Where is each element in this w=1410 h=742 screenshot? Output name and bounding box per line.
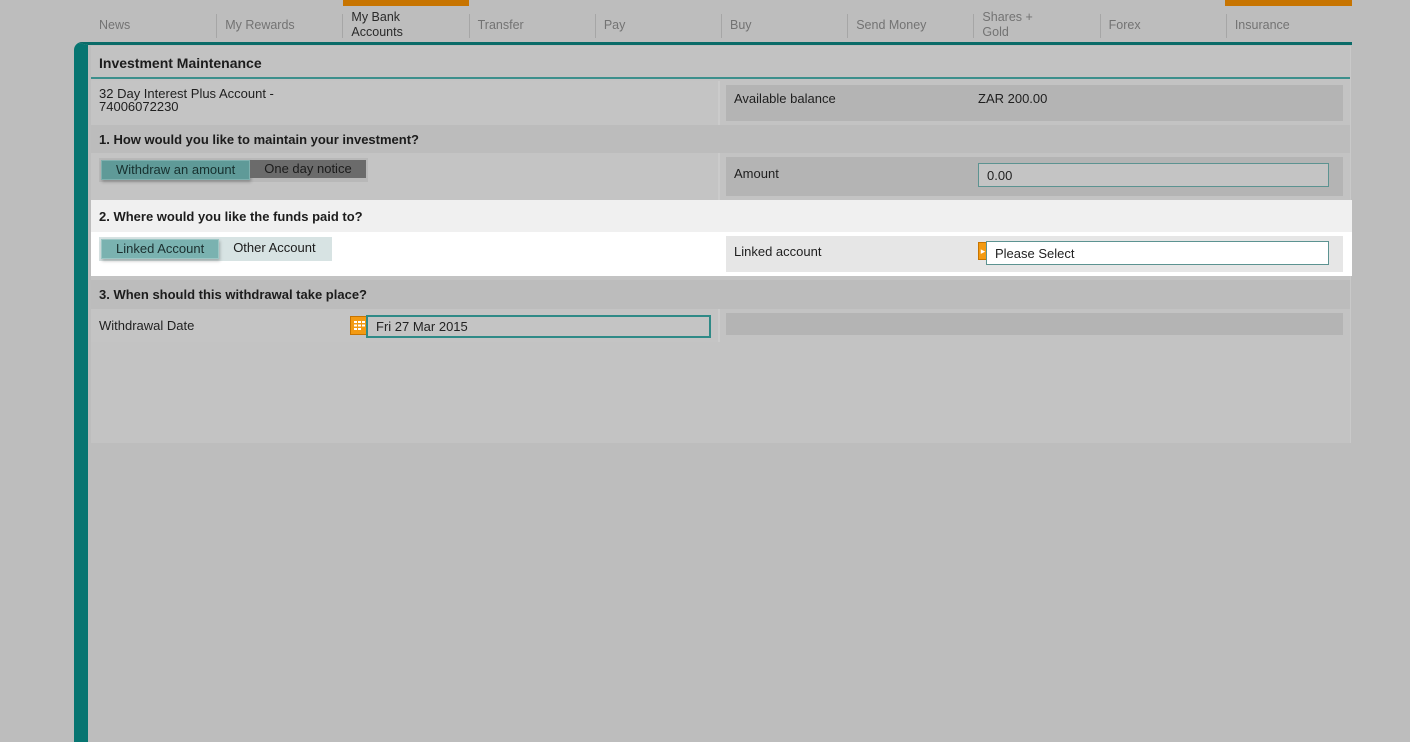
nav-item-forex[interactable]: Forex (1099, 8, 1226, 42)
header-tab-highlight (343, 0, 469, 6)
payment-destination-toggle: Linked Account Other Account (99, 237, 332, 261)
available-balance-value: ZAR 200.00 (978, 91, 1048, 106)
amount-label: Amount (734, 166, 779, 181)
account-row: 32 Day Interest Plus Account - 740060722… (91, 81, 1350, 125)
withdraw-amount-option[interactable]: Withdraw an amount (101, 160, 251, 180)
section-2-body: Linked Account Other Account Linked acco… (91, 232, 1352, 276)
section-1-heading: 1. How would you like to maintain your i… (91, 125, 1350, 153)
linked-account-label: Linked account (734, 244, 822, 259)
nav-item-my-rewards[interactable]: My Rewards (216, 8, 342, 42)
section-2-heading: 2. Where would you like the funds paid t… (91, 200, 1352, 232)
nav-item-my-bank-accounts[interactable]: My Bank Accounts (342, 8, 468, 42)
section-3-body: Withdrawal Date Fri 27 Mar 2015 (91, 309, 1350, 342)
nav-item-insurance[interactable]: Insurance (1225, 8, 1352, 42)
account-name: 32 Day Interest Plus Account - 740060722… (99, 86, 274, 114)
linked-account-select[interactable]: Please Select (986, 241, 1329, 265)
withdrawal-date-label: Withdrawal Date (99, 318, 195, 333)
other-account-option[interactable]: Other Account (219, 239, 329, 257)
header-tab-highlight (1225, 0, 1352, 6)
maintenance-type-toggle: Withdraw an amount One day notice (99, 158, 368, 182)
nav-item-buy[interactable]: Buy (721, 8, 847, 42)
amount-input[interactable]: 0.00 (978, 163, 1329, 187)
available-balance-label: Available balance (734, 91, 836, 106)
nav-item-pay[interactable]: Pay (594, 8, 721, 42)
page-title: Investment Maintenance (91, 48, 1350, 79)
one-day-notice-option[interactable]: One day notice (250, 160, 366, 178)
nav-item-transfer[interactable]: Transfer (468, 8, 595, 42)
linked-account-option[interactable]: Linked Account (101, 239, 220, 259)
main-nav: News My Rewards My Bank Accounts Transfer… (90, 8, 1352, 42)
section-1-body: Withdraw an amount One day notice Amount… (91, 153, 1350, 200)
nav-item-shares-gold[interactable]: Shares + Gold (973, 8, 1099, 42)
nav-item-send-money[interactable]: Send Money (847, 8, 973, 42)
nav-item-news[interactable]: News (90, 8, 216, 42)
section-3-heading: 3. When should this withdrawal take plac… (91, 280, 1350, 309)
withdrawal-date-input[interactable]: Fri 27 Mar 2015 (366, 315, 711, 338)
